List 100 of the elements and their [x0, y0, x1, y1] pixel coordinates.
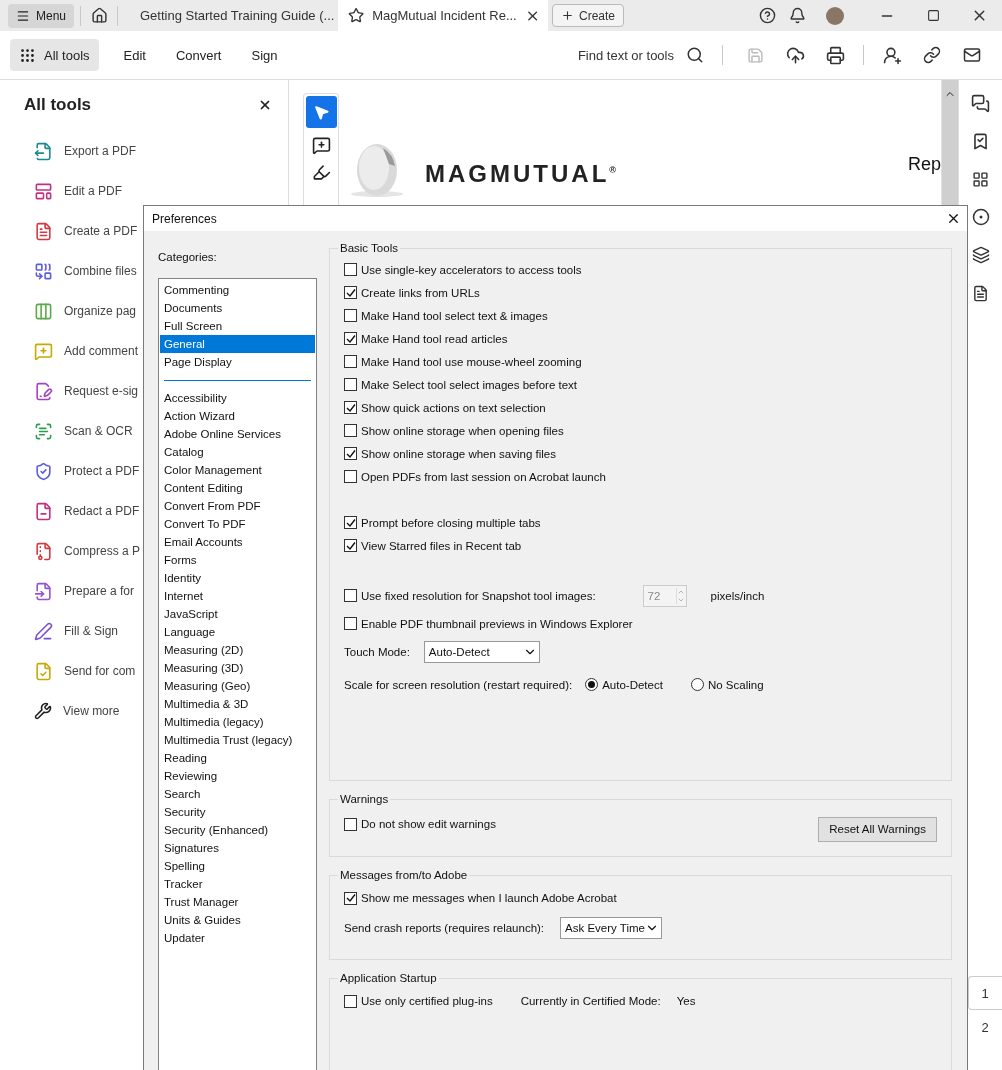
radio-button[interactable]: [690, 678, 704, 691]
category-item[interactable]: Units & Guides: [160, 911, 315, 929]
tool-icon[interactable]: [34, 261, 53, 281]
tool-item[interactable]: Request e-sig: [64, 384, 139, 398]
category-item[interactable]: Multimedia Trust (legacy): [160, 731, 315, 749]
tool-item[interactable]: Combine files: [64, 264, 137, 278]
category-item[interactable]: Email Accounts: [160, 533, 315, 551]
checkbox[interactable]: [344, 994, 357, 1008]
category-item[interactable]: Security: [160, 803, 315, 821]
category-item[interactable]: Spelling: [160, 857, 315, 875]
tool-item[interactable]: Send for com: [64, 664, 136, 678]
category-item[interactable]: Commenting: [160, 281, 315, 299]
tool-item[interactable]: Scan & OCR: [64, 424, 133, 438]
category-item[interactable]: Trust Manager: [160, 893, 315, 911]
checkbox[interactable]: [344, 378, 357, 391]
touch-mode-dropdown[interactable]: Auto-Detect: [423, 640, 540, 663]
avatar[interactable]: [826, 6, 844, 25]
tool-icon[interactable]: [34, 181, 53, 201]
menu-button[interactable]: Menu: [8, 3, 74, 28]
tool-icon[interactable]: [34, 381, 53, 401]
category-item[interactable]: General: [160, 335, 315, 353]
category-item[interactable]: Multimedia (legacy): [160, 713, 315, 731]
document-tab[interactable]: MagMutual Incident Re...: [338, 0, 548, 31]
select-tool-button[interactable]: [305, 96, 337, 128]
checkbox[interactable]: [344, 447, 357, 460]
checkbox[interactable]: [344, 332, 357, 345]
tool-item[interactable]: Prepare a for: [64, 584, 135, 598]
tool-item[interactable]: Redact a PDF: [64, 504, 140, 518]
tool-item[interactable]: Add comment: [64, 344, 139, 358]
category-item[interactable]: Forms: [160, 551, 315, 569]
checkbox[interactable]: [344, 424, 357, 437]
category-item[interactable]: Measuring (3D): [160, 659, 315, 677]
category-item[interactable]: Content Editing: [160, 479, 315, 497]
category-item[interactable]: Measuring (2D): [160, 641, 315, 659]
category-item[interactable]: Adobe Online Services: [160, 425, 315, 443]
category-item[interactable]: Color Management: [160, 461, 315, 479]
category-item[interactable]: Convert To PDF: [160, 515, 315, 533]
category-item[interactable]: Full Screen: [160, 317, 315, 335]
pen-icon[interactable]: [311, 163, 331, 182]
star-icon[interactable]: [348, 7, 365, 24]
page-number[interactable]: 1: [967, 976, 1002, 1010]
tool-item[interactable]: Fill & Sign: [64, 624, 119, 638]
tool-icon[interactable]: [34, 621, 53, 641]
checkbox[interactable]: [344, 309, 357, 322]
tool-icon[interactable]: [34, 301, 53, 321]
checkbox[interactable]: [344, 263, 357, 276]
create-button[interactable]: Create: [552, 4, 625, 27]
radio-button[interactable]: [585, 678, 599, 691]
close-icon[interactable]: [258, 98, 272, 112]
tool-item[interactable]: Edit a PDF: [64, 184, 123, 198]
category-item[interactable]: Tracker: [160, 875, 315, 893]
document-tab[interactable]: Getting Started Training Guide (...: [124, 0, 338, 31]
checkbox[interactable]: [344, 817, 357, 831]
wrench-icon[interactable]: [34, 702, 52, 720]
tool-item[interactable]: Protect a PDF: [64, 464, 140, 478]
reset-warnings-button[interactable]: Reset All Warnings: [818, 816, 937, 842]
toolbar-tab[interactable]: Edit: [110, 39, 159, 71]
tool-item[interactable]: Create a PDF: [64, 224, 138, 238]
toolbar-tab[interactable]: Convert: [162, 39, 235, 71]
tool-icon[interactable]: [34, 221, 53, 241]
checkbox[interactable]: [344, 470, 357, 483]
category-item[interactable]: Catalog: [160, 443, 315, 461]
checkbox[interactable]: [344, 355, 357, 368]
category-item[interactable]: Accessibility: [160, 389, 315, 407]
checkbox[interactable]: [344, 286, 357, 299]
view-more-link[interactable]: View more: [63, 704, 120, 718]
close-icon[interactable]: [946, 211, 961, 226]
tool-item[interactable]: Export a PDF: [64, 144, 137, 158]
toolbar-tab[interactable]: All tools: [10, 39, 99, 71]
category-item[interactable]: Signatures: [160, 839, 315, 857]
category-item[interactable]: Internet: [160, 587, 315, 605]
tool-icon[interactable]: [34, 141, 53, 161]
tool-icon[interactable]: [34, 501, 53, 521]
category-item[interactable]: Security (Enhanced): [160, 821, 315, 839]
tool-icon[interactable]: [34, 461, 53, 481]
category-item[interactable]: Documents: [160, 299, 315, 317]
checkbox[interactable]: [344, 516, 357, 529]
category-item[interactable]: Updater: [160, 929, 315, 947]
checkbox[interactable]: [344, 891, 357, 905]
tool-icon[interactable]: [34, 581, 53, 601]
tool-item[interactable]: Compress a P: [64, 544, 141, 558]
category-item[interactable]: JavaScript: [160, 605, 315, 623]
category-item[interactable]: Language: [160, 623, 315, 641]
find-label[interactable]: Find text or tools: [577, 47, 674, 63]
toolbar-tab[interactable]: Sign: [238, 39, 291, 71]
category-item[interactable]: Reviewing: [160, 767, 315, 785]
category-item[interactable]: Identity: [160, 569, 315, 587]
tool-icon[interactable]: [34, 421, 53, 441]
checkbox[interactable]: [344, 401, 357, 414]
category-item[interactable]: Multimedia & 3D: [160, 695, 315, 713]
category-item[interactable]: Search: [160, 785, 315, 803]
category-item[interactable]: Convert From PDF: [160, 497, 315, 515]
category-item[interactable]: Action Wizard: [160, 407, 315, 425]
category-item[interactable]: Reading: [160, 749, 315, 767]
tool-icon[interactable]: [34, 541, 53, 561]
checkbox[interactable]: [344, 617, 357, 630]
comment-icon[interactable]: [311, 136, 331, 155]
tool-item[interactable]: Organize pag: [64, 304, 137, 318]
checkbox[interactable]: [344, 539, 357, 552]
crash-report-dropdown[interactable]: Ask Every Time: [560, 917, 663, 939]
